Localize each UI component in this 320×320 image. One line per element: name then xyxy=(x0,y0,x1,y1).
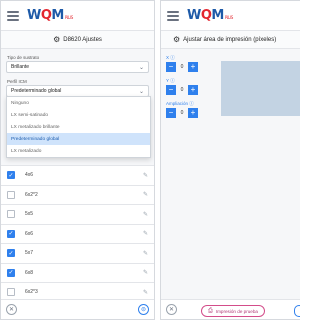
list-item[interactable]: ✓ 6x8 ✎ xyxy=(1,262,154,282)
pencil-icon[interactable]: ✎ xyxy=(143,269,148,276)
printer-icon: ⎙ xyxy=(208,307,213,314)
dropdown-option[interactable]: LX metalizado xyxy=(7,145,150,157)
save-button[interactable]: ⊜ xyxy=(138,304,149,315)
print-area-preview xyxy=(221,61,300,116)
dropdown-option-selected[interactable]: Predeterminado global xyxy=(7,133,150,145)
increment-button[interactable]: + xyxy=(188,85,198,95)
list-item[interactable]: ✓ 4x6 ✎ xyxy=(1,165,154,185)
footer-bar: ✕ ⊜ xyxy=(1,299,154,319)
chevron-down-icon: ⌄ xyxy=(138,88,144,95)
decrement-button[interactable]: − xyxy=(166,62,176,72)
list-item[interactable]: ✓ 6x2*2 ✎ xyxy=(1,184,154,204)
chevron-down-icon: ⌄ xyxy=(138,64,144,71)
gear-icon: ⚙ xyxy=(173,35,181,44)
icm-profile-dropdown: Ninguno LX semi-satinado LX metalizado b… xyxy=(6,96,151,158)
pencil-icon[interactable]: ✎ xyxy=(143,191,148,198)
close-button[interactable]: ✕ xyxy=(166,304,177,315)
substrate-label: Tipo de sustrato xyxy=(7,55,40,60)
page-title: ⚙ D8620 Ajustes xyxy=(1,31,154,49)
pencil-icon[interactable]: ✎ xyxy=(143,211,148,218)
list-item[interactable]: ✓ 5x7 ✎ xyxy=(1,243,154,263)
info-icon: ⓘ xyxy=(170,55,175,60)
icm-profile-label: Perfil ICM xyxy=(7,79,27,84)
dropdown-option[interactable]: LX semi-satinado xyxy=(7,109,150,121)
checkbox[interactable]: ✓ xyxy=(7,190,15,199)
checkbox[interactable]: ✓ xyxy=(7,210,15,219)
list-item[interactable]: ✓ 6x6 ✎ xyxy=(1,223,154,243)
info-icon: ⓘ xyxy=(189,101,194,106)
checkbox[interactable]: ✓ xyxy=(7,249,15,258)
checkbox[interactable]: ✓ xyxy=(7,268,15,277)
decrement-button[interactable]: − xyxy=(166,85,176,95)
pencil-icon[interactable]: ✎ xyxy=(143,289,148,296)
test-print-button[interactable]: ⎙ Impresión de prueba xyxy=(201,305,265,317)
top-bar: W Q M PLUS xyxy=(161,1,300,31)
scale-value[interactable]: 0 xyxy=(176,110,188,116)
substrate-select[interactable]: Brillante ⌄ xyxy=(6,61,149,73)
page-title: ⚙ Ajustar área de impresión (píxeles) xyxy=(161,31,300,49)
close-button[interactable]: ✕ xyxy=(6,304,17,315)
size-list: ✓ 4x6 ✎ ✓ 6x2*2 ✎ ✓ 5x5 ✎ ✓ 6x6 ✎ ✓ 5x7 … xyxy=(1,165,154,302)
pencil-icon[interactable]: ✎ xyxy=(143,250,148,257)
save-button[interactable] xyxy=(294,305,300,317)
pencil-icon[interactable]: ✎ xyxy=(143,172,148,179)
checkbox[interactable]: ✓ xyxy=(7,229,15,238)
y-offset-value[interactable]: 0 xyxy=(176,87,188,93)
brand-logo: W Q M PLUS xyxy=(27,8,73,23)
list-item[interactable]: ✓ 5x5 ✎ xyxy=(1,204,154,224)
increment-button[interactable]: + xyxy=(188,62,198,72)
top-bar: W Q M PLUS xyxy=(1,1,154,31)
dropdown-option[interactable]: Ninguno xyxy=(7,97,150,109)
checkbox[interactable]: ✓ xyxy=(7,171,15,180)
print-area-panel: W Q M PLUS ⚙ Ajustar área de impresión (píx… xyxy=(160,0,300,320)
menu-icon[interactable] xyxy=(167,10,179,21)
gear-icon: ⚙ xyxy=(53,35,61,44)
checkbox[interactable]: ✓ xyxy=(7,288,15,297)
x-offset-value[interactable]: 0 xyxy=(176,64,188,70)
dropdown-option[interactable]: LX metalizado brillante xyxy=(7,121,150,133)
info-icon: ⓘ xyxy=(170,78,175,83)
pencil-icon[interactable]: ✎ xyxy=(143,230,148,237)
menu-icon[interactable] xyxy=(7,10,19,21)
brand-logo: W Q M PLUS xyxy=(187,8,233,23)
decrement-button[interactable]: − xyxy=(166,108,176,118)
increment-button[interactable]: + xyxy=(188,108,198,118)
settings-panel: W Q M PLUS ⚙ D8620 Ajustes Tipo de sustrato… xyxy=(0,0,155,320)
